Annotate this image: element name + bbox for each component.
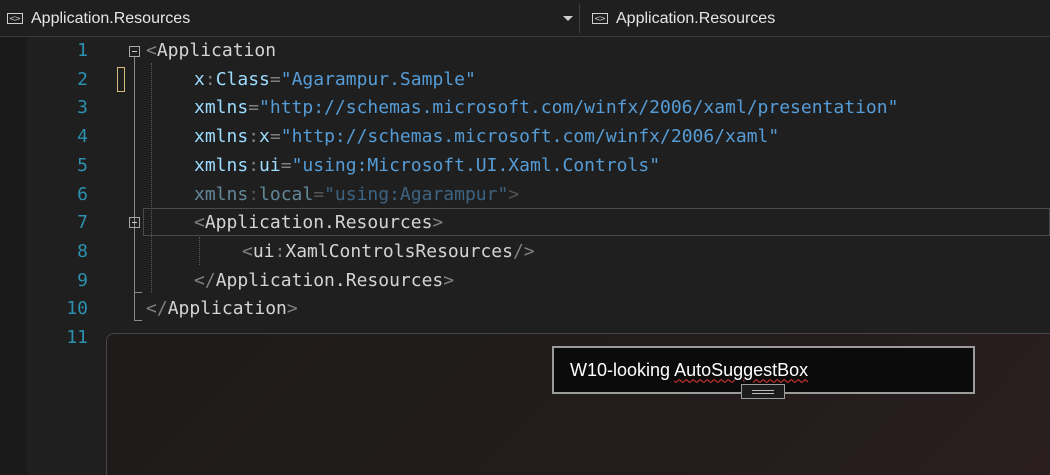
code-line-9: </Application.Resources> (194, 269, 455, 291)
line-number: 3 (77, 97, 88, 119)
resize-handle-icon[interactable] (741, 384, 785, 399)
member-dropdown[interactable]: < > Application.Resources (587, 4, 1050, 33)
code-line-10: </Application> (146, 298, 298, 320)
line-number: 2 (77, 68, 88, 90)
code-line-6: xmlns:local="using:Agarampur"> (194, 183, 520, 205)
line-number: 8 (77, 240, 88, 262)
editor-margin (0, 37, 26, 475)
code-line-2: x:Class="Agarampur.Sample" (194, 68, 476, 90)
code-line-7: <Application.Resources> (194, 212, 444, 234)
indent-guide (151, 63, 152, 293)
line-number: 4 (77, 126, 88, 148)
xaml-element-icon: < > (592, 13, 608, 24)
spelling-error-word: AutoSuggestBox (674, 359, 809, 380)
line-number: 11 (66, 327, 88, 348)
line-number: 1 (77, 40, 88, 61)
xaml-preview-panel[interactable]: W10-looking AutoSuggestBox (106, 333, 1050, 475)
line-number: 7 (77, 212, 88, 234)
line-number: 6 (77, 183, 88, 205)
member-dropdown-label: Application.Resources (616, 9, 776, 27)
type-dropdown-label: Application.Resources (31, 9, 191, 27)
navigation-bar: < > Application.Resources < > Application.… (0, 0, 1050, 37)
collapse-icon[interactable] (129, 46, 140, 57)
fold-range-end (134, 292, 142, 293)
fold-range-end (134, 320, 142, 321)
code-line-4: xmlns:x="http://schemas.microsoft.com/wi… (194, 126, 780, 148)
fold-range-line (134, 228, 135, 292)
code-editor[interactable]: 1 2 3 4 5 6 7 8 9 10 11 <Application x:C… (0, 37, 1050, 475)
line-number: 5 (77, 154, 88, 176)
line-number: 9 (77, 269, 88, 291)
code-line-5: xmlns:ui="using:Microsoft.UI.Xaml.Contro… (194, 154, 661, 176)
autosuggest-text: W10-looking AutoSuggestBox (570, 359, 809, 380)
line-number: 10 (66, 298, 88, 320)
indent-guide (199, 237, 200, 265)
unsaved-change-marker (117, 67, 125, 92)
code-line-8: <ui:XamlControlsResources/> (242, 240, 535, 262)
xaml-element-icon: < > (7, 13, 23, 24)
chevron-down-icon[interactable] (563, 16, 573, 21)
type-dropdown[interactable]: < > Application.Resources (2, 4, 580, 33)
code-line-3: xmlns="http://schemas.microsoft.com/winf… (194, 97, 899, 119)
collapse-icon[interactable] (129, 217, 140, 228)
code-line-1: <Application (146, 40, 277, 61)
